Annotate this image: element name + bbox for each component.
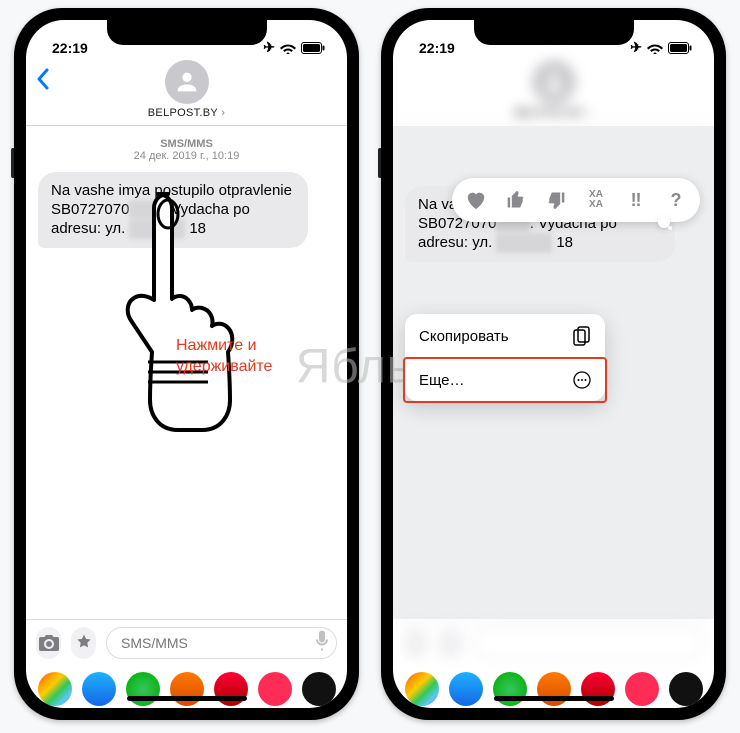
phone-right: 22:19 ✈︎ BELPOST.BY xyxy=(381,8,726,720)
status-time: 22:19 xyxy=(419,40,455,56)
sender-name: BELPOST.BY xyxy=(515,107,592,119)
back-button[interactable] xyxy=(36,68,50,95)
message-thread: SMS/MMS 24 дек. 2019 г., 10:19 Na vashe … xyxy=(26,126,347,619)
app-strip-item xyxy=(669,672,703,706)
app-strip-item[interactable] xyxy=(302,672,336,706)
airplane-icon: ✈︎ xyxy=(263,39,275,56)
message-input[interactable] xyxy=(106,627,337,659)
apps-button[interactable] xyxy=(71,627,96,659)
react-question[interactable]: ? xyxy=(662,186,690,214)
camera-button[interactable] xyxy=(36,627,61,659)
app-strip-item xyxy=(449,672,483,706)
dictate-icon[interactable] xyxy=(315,631,329,656)
app-strip-item[interactable] xyxy=(38,672,72,706)
app-strip-item xyxy=(405,672,439,706)
react-exclaim[interactable]: ‼ xyxy=(622,186,650,214)
battery-icon xyxy=(668,42,692,54)
message-datetime: 24 дек. 2019 г., 10:19 xyxy=(38,150,335,162)
app-strip xyxy=(393,666,714,708)
app-strip-item xyxy=(625,672,659,706)
conversation-header: BELPOST.BY xyxy=(26,58,347,126)
react-thumbs-down[interactable] xyxy=(542,186,570,214)
channel-label: SMS/MMS xyxy=(38,138,335,150)
sender-name[interactable]: BELPOST.BY xyxy=(148,107,225,119)
message-input xyxy=(473,627,704,659)
message-bubble[interactable]: Na vashe imya postupilo otpravlenie SB07… xyxy=(38,172,308,248)
press-hold-hint: Нажмите и удерживайте xyxy=(176,336,272,378)
tapback-bar: XA XA ‼ ? xyxy=(452,178,700,222)
avatar[interactable] xyxy=(165,60,209,104)
context-menu: Скопировать Еще… xyxy=(405,314,605,401)
phone-left: 22:19 ✈︎ BELPOST.BY SMS/MMS 24 дек. 20 xyxy=(14,8,359,720)
home-indicator[interactable] xyxy=(127,696,247,701)
camera-button xyxy=(403,627,428,659)
react-haha[interactable]: XA XA xyxy=(582,186,610,214)
wifi-icon xyxy=(280,42,296,54)
ellipsis-icon xyxy=(573,371,591,389)
airplane-icon: ✈︎ xyxy=(630,39,642,56)
context-copy[interactable]: Скопировать xyxy=(405,314,605,359)
context-more[interactable]: Еще… xyxy=(405,359,605,401)
compose-bar xyxy=(26,619,347,666)
compose-bar xyxy=(393,619,714,666)
app-strip[interactable] xyxy=(26,666,347,708)
home-indicator[interactable] xyxy=(494,696,614,701)
battery-icon xyxy=(301,42,325,54)
wifi-icon xyxy=(647,42,663,54)
app-strip-item[interactable] xyxy=(82,672,116,706)
copy-icon xyxy=(573,326,591,346)
react-thumbs-up[interactable] xyxy=(502,186,530,214)
apps-button xyxy=(438,627,463,659)
message-thread: XA XA ‼ ? Na vashe imya postupilo otprav… xyxy=(393,126,714,619)
status-time: 22:19 xyxy=(52,40,88,56)
app-strip-item[interactable] xyxy=(258,672,292,706)
avatar xyxy=(532,60,576,104)
conversation-header: BELPOST.BY xyxy=(393,58,714,126)
react-heart[interactable] xyxy=(462,186,490,214)
